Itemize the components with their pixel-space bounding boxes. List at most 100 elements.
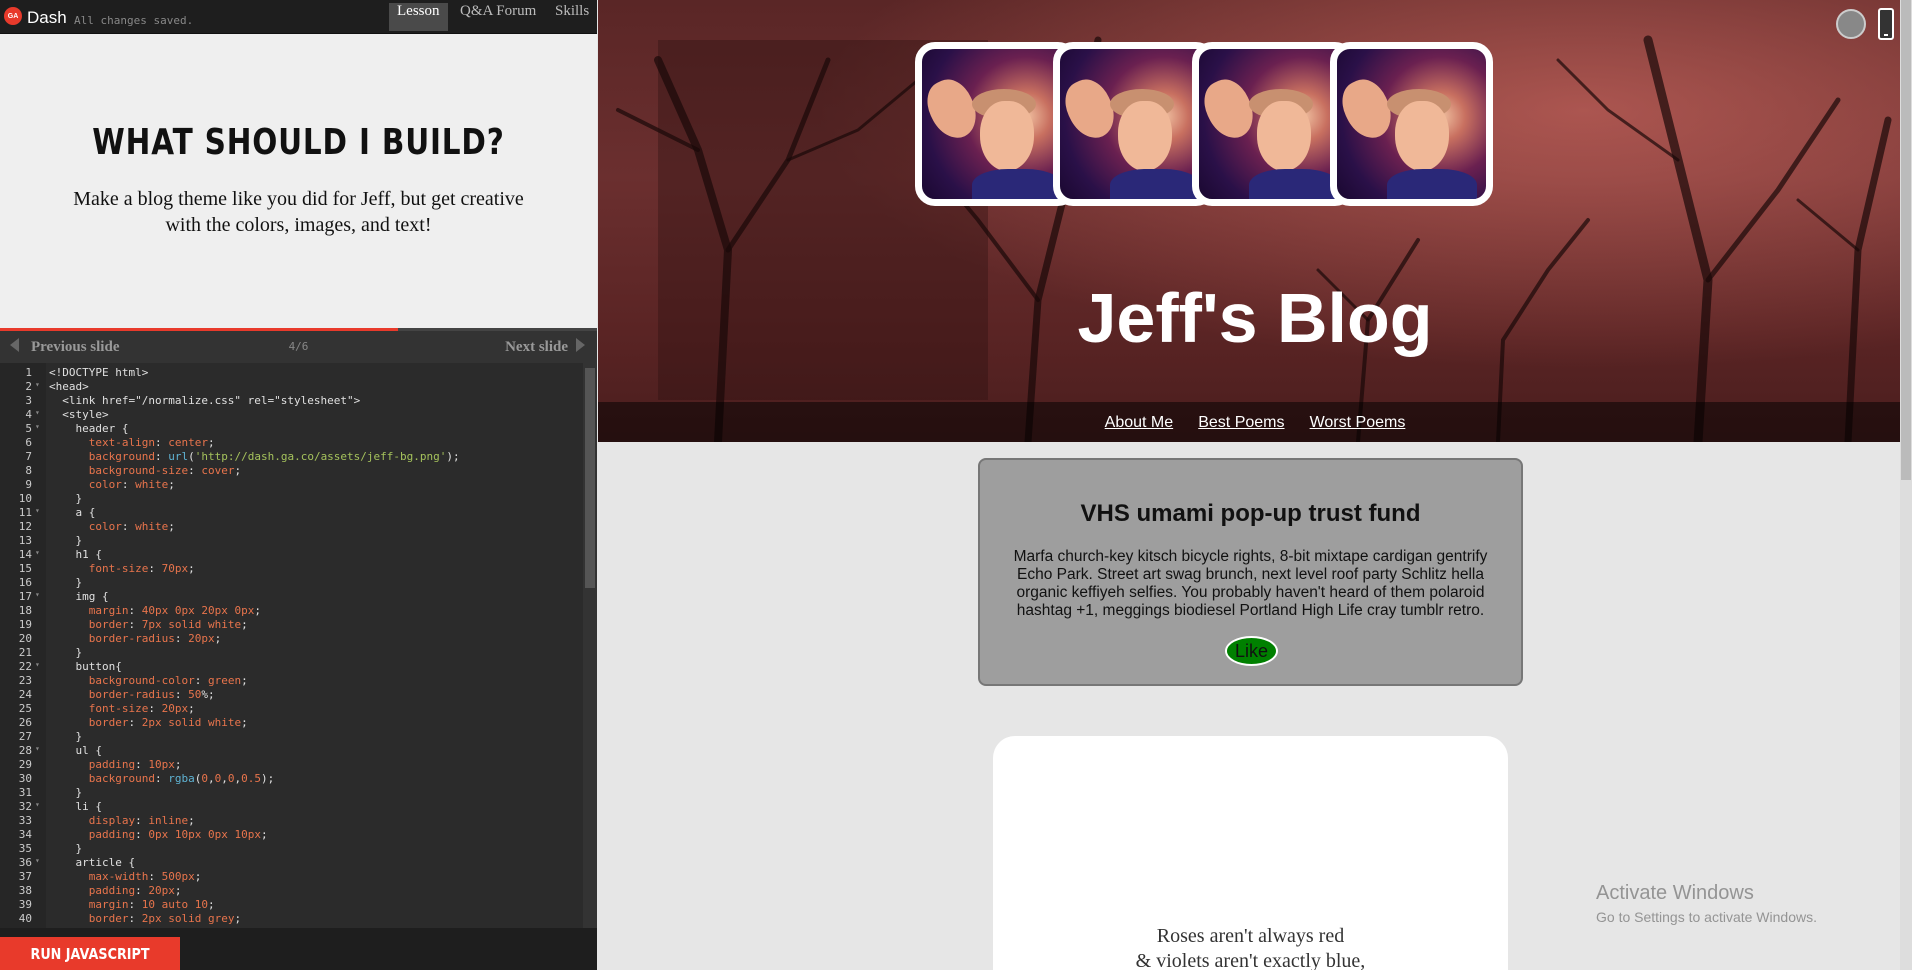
next-slide-button[interactable]: Next slide bbox=[505, 338, 585, 356]
preview-scroll-thumb[interactable] bbox=[1901, 0, 1911, 480]
code-text: border-radius: 50%; bbox=[88, 688, 215, 701]
code-line[interactable]: 25 font-size: 20px; bbox=[0, 702, 580, 716]
code-line[interactable]: 8 background-size: cover; bbox=[0, 464, 580, 478]
nav-link-worst-poems[interactable]: Worst Poems bbox=[1300, 414, 1416, 432]
code-editor[interactable]: 1 <!DOCTYPE html> 2 ▾ <head> 3 <link href="/n… bbox=[0, 363, 597, 928]
code-line[interactable]: 29 padding: 10px; bbox=[0, 758, 580, 772]
code-line[interactable]: 17 ▾ img { bbox=[0, 590, 580, 604]
code-line[interactable]: 26 border: 2px solid white; bbox=[0, 716, 580, 730]
code-line[interactable]: 23 background-color: green; bbox=[0, 674, 580, 688]
tab-skills[interactable]: Skills bbox=[547, 3, 597, 31]
phone-icon[interactable] bbox=[1878, 8, 1894, 40]
fold-toggle-icon[interactable]: ▾ bbox=[35, 800, 40, 809]
fold-toggle-icon[interactable]: ▾ bbox=[35, 744, 40, 753]
code-line[interactable]: 2 ▾ <head> bbox=[0, 380, 580, 394]
fold-toggle-icon[interactable]: ▾ bbox=[35, 380, 40, 389]
code-line[interactable]: 11 ▾ a { bbox=[0, 506, 580, 520]
blog-article: VHS umami pop-up trust fund Marfa church… bbox=[978, 458, 1523, 686]
code-line[interactable]: 38 padding: 20px; bbox=[0, 884, 580, 898]
line-number: 18 bbox=[18, 604, 32, 617]
line-number: 26 bbox=[18, 716, 32, 729]
ga-logo-icon[interactable]: GA bbox=[4, 7, 22, 25]
line-number: 37 bbox=[18, 870, 32, 883]
fold-toggle-icon[interactable]: ▾ bbox=[35, 408, 40, 417]
code-line[interactable]: 22 ▾ button{ bbox=[0, 660, 580, 674]
code-line[interactable]: 39 margin: 10 auto 10; bbox=[0, 898, 580, 912]
code-line[interactable]: 7 background: url('http://dash.ga.co/ass… bbox=[0, 450, 580, 464]
code-line[interactable]: 1 <!DOCTYPE html> bbox=[0, 366, 580, 380]
code-line[interactable]: 5 ▾ header { bbox=[0, 422, 580, 436]
line-number: 14 bbox=[18, 548, 32, 561]
lesson-slide: WHAT SHOULD I BUILD? Make a blog theme l… bbox=[0, 34, 597, 330]
fold-toggle-icon[interactable]: ▾ bbox=[35, 548, 40, 557]
code-line[interactable]: 32 ▾ li { bbox=[0, 800, 580, 814]
fold-toggle-icon[interactable]: ▾ bbox=[35, 422, 40, 431]
tab-qa-forum[interactable]: Q&A Forum bbox=[452, 3, 544, 31]
line-number: 17 bbox=[18, 590, 32, 603]
code-line[interactable]: 37 max-width: 500px; bbox=[0, 870, 580, 884]
save-status: All changes saved. bbox=[74, 14, 194, 27]
code-line[interactable]: 31 } bbox=[0, 786, 580, 800]
code-line[interactable]: 34 padding: 0px 10px 0px 10px; bbox=[0, 828, 580, 842]
fold-toggle-icon[interactable]: ▾ bbox=[35, 590, 40, 599]
next-slide-label: Next slide bbox=[505, 339, 568, 355]
code-text: img { bbox=[49, 590, 109, 603]
code-line[interactable]: 9 color: white; bbox=[0, 478, 580, 492]
fold-toggle-icon[interactable]: ▾ bbox=[35, 856, 40, 865]
preview-scrollbar[interactable] bbox=[1900, 0, 1912, 970]
code-line[interactable]: 21 } bbox=[0, 646, 580, 660]
code-lines[interactable]: 1 <!DOCTYPE html> 2 ▾ <head> 3 <link href="/n… bbox=[0, 366, 580, 926]
lesson-title: WHAT SHOULD I BUILD? bbox=[92, 122, 505, 163]
nav-link-best-poems[interactable]: Best Poems bbox=[1188, 414, 1294, 432]
code-line[interactable]: 30 background: rgba(0,0,0,0.5); bbox=[0, 772, 580, 786]
tab-lesson[interactable]: Lesson bbox=[389, 3, 448, 31]
code-line[interactable]: 33 display: inline; bbox=[0, 814, 580, 828]
activate-windows-watermark: Activate Windows Go to Settings to activ… bbox=[1596, 882, 1817, 925]
code-text: } bbox=[49, 576, 83, 589]
code-text: margin: 40px 0px 20px 0px; bbox=[88, 604, 261, 617]
like-button[interactable]: Like bbox=[1225, 636, 1278, 666]
code-line[interactable]: 20 border-radius: 20px; bbox=[0, 632, 580, 646]
code-line[interactable]: 28 ▾ ul { bbox=[0, 744, 580, 758]
code-line[interactable]: 6 text-align: center; bbox=[0, 436, 580, 450]
editor-scroll-thumb[interactable] bbox=[585, 368, 595, 588]
code-line[interactable]: 12 color: white; bbox=[0, 520, 580, 534]
code-line[interactable]: 36 ▾ article { bbox=[0, 856, 580, 870]
code-line[interactable]: 4 ▾ <style> bbox=[0, 408, 580, 422]
code-line[interactable]: 18 margin: 40px 0px 20px 0px; bbox=[0, 604, 580, 618]
code-line[interactable]: 40 border: 2px solid grey; bbox=[0, 912, 580, 926]
editor-scrollbar[interactable] bbox=[583, 363, 597, 928]
code-line[interactable]: 3 <link href="/normalize.css" rel="style… bbox=[0, 394, 580, 408]
code-line[interactable]: 35 } bbox=[0, 842, 580, 856]
line-number: 23 bbox=[18, 674, 32, 687]
fold-toggle-icon[interactable]: ▾ bbox=[35, 506, 40, 515]
code-text: background-color: green; bbox=[88, 674, 248, 687]
line-number: 30 bbox=[18, 772, 32, 785]
circle-toggle-icon[interactable] bbox=[1836, 9, 1866, 39]
poem-card: Roses aren't always red & violets aren't… bbox=[993, 736, 1508, 970]
line-number: 8 bbox=[25, 464, 32, 477]
code-line[interactable]: 19 border: 7px solid white; bbox=[0, 618, 580, 632]
code-line[interactable]: 15 font-size: 70px; bbox=[0, 562, 580, 576]
code-line[interactable]: 14 ▾ h1 { bbox=[0, 548, 580, 562]
fold-toggle-icon[interactable]: ▾ bbox=[35, 660, 40, 669]
brand-name[interactable]: Dash bbox=[27, 8, 67, 28]
code-line[interactable]: 27 } bbox=[0, 730, 580, 744]
run-javascript-button[interactable]: RUN JAVASCRIPT bbox=[0, 937, 180, 970]
code-line[interactable]: 24 border-radius: 50%; bbox=[0, 688, 580, 702]
code-text: } bbox=[49, 492, 83, 505]
line-number: 34 bbox=[18, 828, 32, 841]
code-line[interactable]: 13 } bbox=[0, 534, 580, 548]
line-number: 22 bbox=[18, 660, 32, 673]
poem-line-2: & violets aren't exactly blue, bbox=[1135, 950, 1366, 970]
code-line[interactable]: 16 } bbox=[0, 576, 580, 590]
poem-text: Roses aren't always red & violets aren't… bbox=[993, 924, 1508, 970]
run-bar: RUN JAVASCRIPT bbox=[0, 928, 597, 970]
line-number: 38 bbox=[18, 884, 32, 897]
line-number: 35 bbox=[18, 842, 32, 855]
nav-link-about-me[interactable]: About Me bbox=[1095, 414, 1183, 432]
code-line[interactable]: 10 } bbox=[0, 492, 580, 506]
line-number: 1 bbox=[25, 366, 32, 379]
article-body: Marfa church-key kitsch bicycle rights, … bbox=[1013, 548, 1488, 619]
line-number: 9 bbox=[25, 478, 32, 491]
